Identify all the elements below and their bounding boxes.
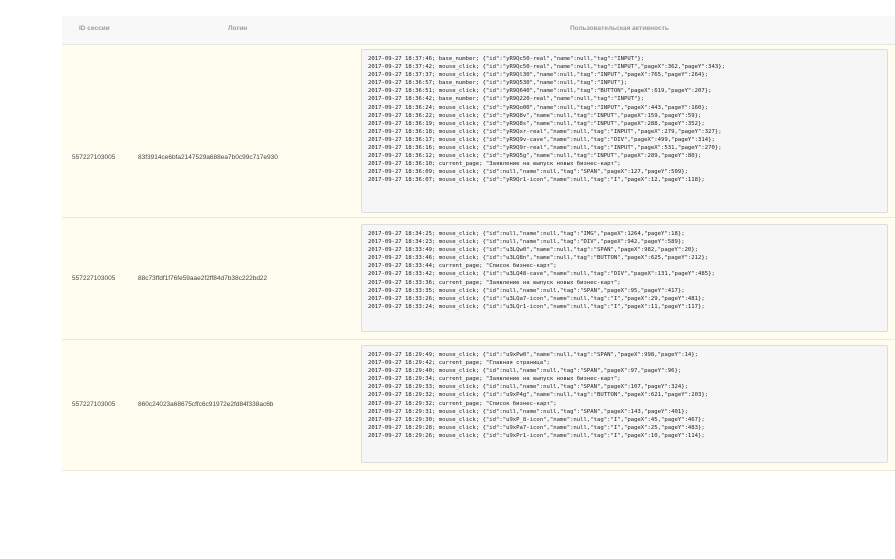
log-line: 2017-09-27 18:36:12; mouse_click; {"id":… (368, 153, 702, 160)
log-line: 2017-09-27 18:36:16; mouse_click; {"id":… (368, 145, 722, 152)
header-user-activity: Пользовательская активность (570, 25, 669, 32)
log-line: 2017-09-27 18:33:46; mouse_click; {"id":… (368, 255, 709, 262)
log-line: 2017-09-27 18:37:37; mouse_click; {"id":… (368, 72, 709, 79)
session-activity-table: ID сессии Логин Пользовательская активно… (62, 16, 895, 471)
log-line: 2017-09-27 18:34:23; mouse_click; {"id":… (368, 239, 685, 246)
activity-log[interactable]: 2017-09-27 18:37:46; base_number; {"id":… (361, 49, 888, 213)
activity-log[interactable]: 2017-09-27 18:34:25; mouse_click; {"id":… (361, 224, 888, 332)
log-line: 2017-09-27 18:29:28; mouse_click; {"id":… (368, 424, 705, 431)
log-line: 2017-09-27 18:29:26; mouse_click; {"id":… (368, 432, 705, 439)
log-line: 2017-09-27 18:37:46; base_number; {"id":… (368, 56, 645, 62)
log-line: 2017-09-27 18:36:19; mouse_click; {"id":… (368, 120, 705, 127)
log-line: 2017-09-27 18:33:36; current_page; "Заяв… (368, 279, 621, 286)
login-cell: 860c24023a68675cffc6c91972e2fd84f338ac6b (138, 401, 274, 408)
log-line: 2017-09-27 18:29:40; mouse_click; {"id":… (368, 368, 682, 375)
log-line: 2017-09-27 18:36:51; mouse_click; {"id":… (368, 88, 712, 95)
log-line: 2017-09-27 18:36:07; mouse_click; {"id":… (368, 177, 705, 184)
log-line: 2017-09-27 18:36:22; mouse_click; {"id":… (368, 112, 702, 119)
header-session-id: ID сессии (79, 25, 110, 32)
log-line: 2017-09-27 18:36:57; base_number; {"id":… (368, 80, 628, 87)
activity-log[interactable]: 2017-09-27 18:29:49; mouse_click; {"id":… (361, 345, 888, 463)
log-line: 2017-09-27 18:29:33; mouse_click; {"id":… (368, 384, 688, 391)
log-line: 2017-09-27 18:36:17; mouse_click; {"id":… (368, 136, 715, 143)
log-line: 2017-09-27 18:29:42; current_page; "Глав… (368, 360, 550, 367)
log-line: 2017-09-27 18:36:42; base_number; {"id":… (368, 96, 645, 103)
log-line: 2017-09-27 18:33:24; mouse_click; {"id":… (368, 303, 705, 310)
login-cell: 83f3914ce6bfa2147529a688ea7b0c99c717e930 (138, 154, 278, 161)
log-line: 2017-09-27 18:36:09; mouse_click; {"id":… (368, 169, 688, 176)
session-id-cell: 557227103005 (72, 401, 116, 408)
log-line: 2017-09-27 18:29:49; mouse_click; {"id":… (368, 352, 699, 358)
log-line: 2017-09-27 18:29:34; current_page; "Заяв… (368, 376, 621, 383)
log-line: 2017-09-27 18:36:18; mouse_click; {"id":… (368, 128, 722, 135)
table-row: 557227103005 860c24023a68675cffc6c91972e… (62, 340, 895, 471)
log-line: 2017-09-27 18:36:24; mouse_click; {"id":… (368, 104, 709, 111)
table-header: ID сессии Логин Пользовательская активно… (62, 16, 895, 45)
log-line: 2017-09-27 18:37:42; mouse_click; {"id":… (368, 64, 725, 71)
log-line: 2017-09-27 18:33:35; mouse_click; {"id":… (368, 287, 685, 294)
log-line: 2017-09-27 18:29:31; mouse_click; {"id":… (368, 408, 688, 415)
log-line: 2017-09-27 18:33:26; mouse_click; {"id":… (368, 295, 705, 302)
log-line: 2017-09-27 18:36:10; current_page; "Заяв… (368, 161, 621, 168)
log-line: 2017-09-27 18:29:32; mouse_click; {"id":… (368, 392, 709, 399)
header-login: Логин (228, 25, 248, 32)
session-id-cell: 557227103005 (72, 154, 116, 161)
table-row: 557227103005 88c73ffdf1f76fe59aae2f2ff84… (62, 218, 895, 340)
login-cell: 88c73ffdf1f76fe59aae2f2ff84d7b38c222bd22 (138, 275, 268, 282)
log-line: 2017-09-27 18:29:32; current_page; "Спис… (368, 400, 557, 407)
session-id-cell: 557227103005 (72, 275, 116, 282)
log-line: 2017-09-27 18:29:30; mouse_click; {"id":… (368, 416, 705, 423)
log-line: 2017-09-27 18:33:49; mouse_click; {"id":… (368, 247, 699, 254)
log-line: 2017-09-27 18:34:25; mouse_click; {"id":… (368, 231, 685, 237)
table-row: 557227103005 83f3914ce6bfa2147529a688ea7… (62, 45, 895, 218)
log-line: 2017-09-27 18:33:42; mouse_click; {"id":… (368, 271, 715, 278)
log-line: 2017-09-27 18:33:44; current_page; "Спис… (368, 263, 557, 270)
